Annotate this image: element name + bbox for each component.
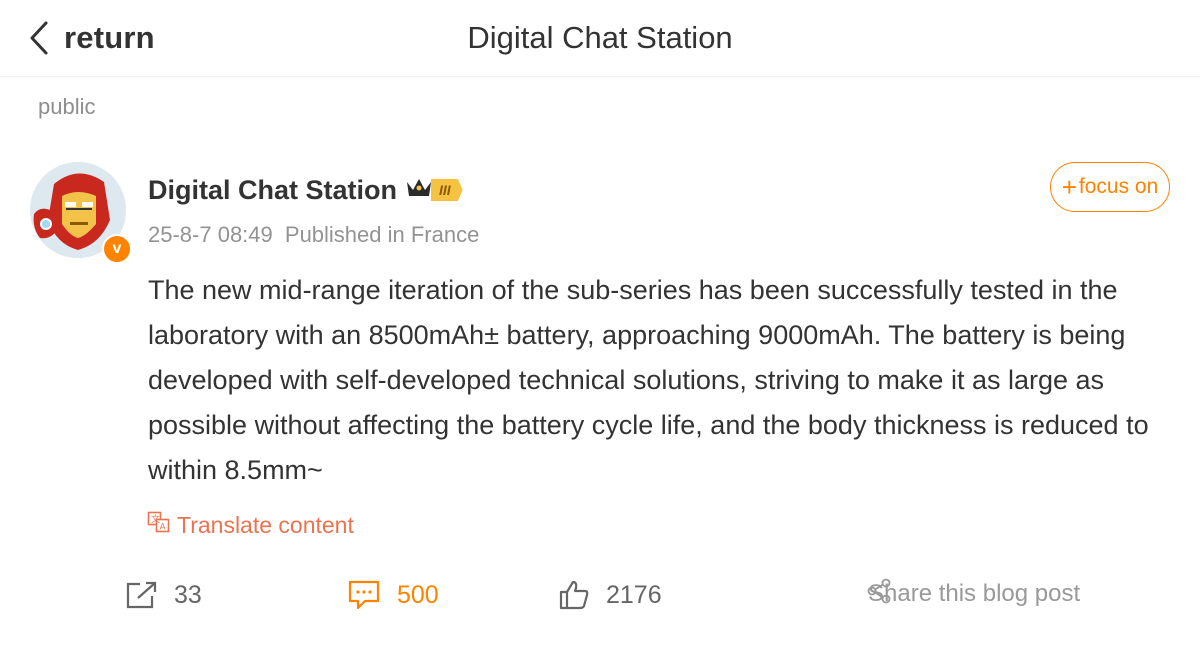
post-meta: 25-8-7 08:49 Published in France xyxy=(148,222,479,248)
follow-button[interactable]: + focus on xyxy=(1050,162,1170,212)
author-row: Digital Chat Station III xyxy=(148,170,463,210)
repost-count: 33 xyxy=(174,580,202,609)
verified-badge: v xyxy=(102,234,132,264)
post-location: Published in France xyxy=(284,222,480,247)
author-name[interactable]: Digital Chat Station xyxy=(148,175,397,206)
share-button[interactable]: Share this blog post xyxy=(868,580,1080,608)
comment-count: 500 xyxy=(397,580,439,609)
plus-icon: + xyxy=(1061,172,1077,202)
crown-icon xyxy=(405,176,433,205)
avatar[interactable]: v xyxy=(30,162,132,264)
chevron-left-icon xyxy=(28,20,50,56)
like-button[interactable]: 2176 xyxy=(558,574,662,616)
top-bar: Digital Chat Station return xyxy=(0,0,1200,77)
thumbs-up-icon xyxy=(558,579,606,611)
repost-button[interactable]: 33 xyxy=(124,574,202,616)
back-button[interactable]: return xyxy=(28,16,155,60)
svg-text:A: A xyxy=(160,523,167,533)
visibility-label: public xyxy=(38,94,96,119)
translate-icon: 文 A xyxy=(147,511,177,539)
like-count: 2176 xyxy=(606,580,662,609)
follow-label: focus on xyxy=(1078,175,1159,198)
post-text: The new mid-range iteration of the sub-s… xyxy=(148,275,1149,485)
post-timestamp: 25-8-7 08:49 xyxy=(148,222,273,247)
back-label: return xyxy=(64,20,155,55)
translate-button[interactable]: 文 A Translate content xyxy=(147,510,354,540)
vip-level: III xyxy=(431,179,463,201)
vip-badge[interactable]: III xyxy=(405,176,463,205)
comment-button[interactable]: 500 xyxy=(347,574,439,616)
repost-icon xyxy=(124,580,174,610)
comment-icon xyxy=(347,579,397,611)
translate-label: Translate content xyxy=(177,511,354,538)
page-title: Digital Chat Station xyxy=(467,20,733,55)
